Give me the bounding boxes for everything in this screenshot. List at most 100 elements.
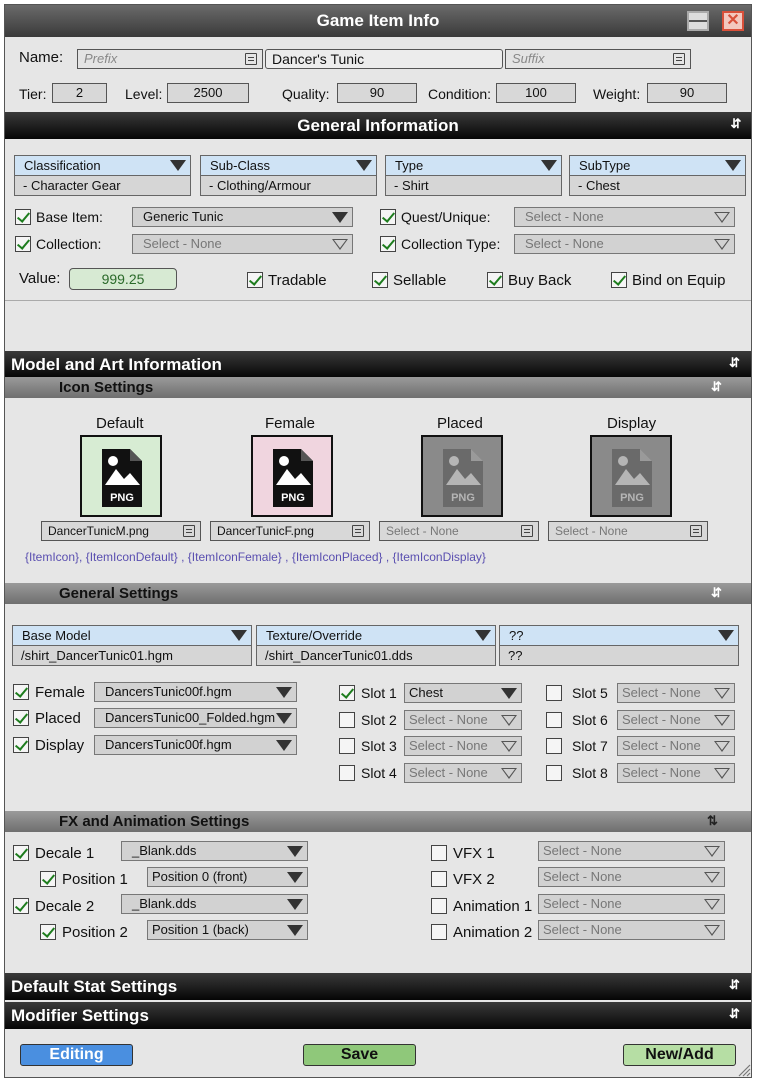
condition-field[interactable]: 100 bbox=[496, 83, 576, 103]
menu-icon[interactable] bbox=[673, 53, 685, 65]
female-icon-file[interactable]: DancerTunicF.png bbox=[210, 521, 370, 541]
weight-field[interactable]: 90 bbox=[647, 83, 727, 103]
display-model-dropdown[interactable]: DancersTunic00f.hgm bbox=[94, 735, 297, 755]
slot-4-checkbox[interactable] bbox=[339, 765, 355, 781]
quest-unique-dropdown[interactable]: Select - None bbox=[514, 207, 735, 227]
display-variant-checkbox[interactable] bbox=[13, 737, 29, 753]
menu-icon[interactable] bbox=[521, 525, 533, 537]
unknown-dropdown[interactable]: ?? bbox=[499, 625, 739, 646]
new-add-button[interactable]: New/Add bbox=[623, 1044, 736, 1066]
placed-variant-checkbox[interactable] bbox=[13, 710, 29, 726]
level-field[interactable]: 2500 bbox=[167, 83, 249, 103]
slot-4-dropdown[interactable]: Select - None bbox=[404, 763, 522, 783]
collection-checkbox[interactable] bbox=[15, 236, 31, 252]
buy-back-checkbox[interactable] bbox=[487, 272, 503, 288]
animation-1-checkbox[interactable] bbox=[431, 898, 447, 914]
collection-type-dropdown[interactable]: Select - None bbox=[514, 234, 735, 254]
tier-field[interactable]: 2 bbox=[52, 83, 107, 103]
position-2-dropdown[interactable]: Position 1 (back) bbox=[147, 920, 308, 940]
default-icon-preview[interactable]: PNG bbox=[80, 435, 162, 517]
menu-icon[interactable] bbox=[690, 525, 702, 537]
placed-icon-file[interactable]: Select - None bbox=[379, 521, 539, 541]
decale-1-dropdown[interactable]: _Blank.dds bbox=[121, 841, 308, 861]
vfx-2-dropdown[interactable]: Select - None bbox=[538, 867, 725, 887]
icon-settings-header[interactable]: Icon Settings ⇵ bbox=[5, 377, 751, 398]
collapse-icon[interactable]: ⇵ bbox=[729, 1007, 743, 1021]
general-settings-header[interactable]: General Settings ⇵ bbox=[5, 583, 751, 604]
vfx-1-dropdown[interactable]: Select - None bbox=[538, 841, 725, 861]
slot-8-checkbox[interactable] bbox=[546, 765, 562, 781]
default-icon-file[interactable]: DancerTunicM.png bbox=[41, 521, 201, 541]
slot-5-checkbox[interactable] bbox=[546, 685, 562, 701]
subclass-dropdown[interactable]: Sub-Class bbox=[200, 155, 377, 176]
slot-1-checkbox[interactable] bbox=[339, 685, 355, 701]
female-model-dropdown[interactable]: DancersTunic00f.hgm bbox=[94, 682, 297, 702]
base-item-checkbox[interactable] bbox=[15, 209, 31, 225]
quest-unique-checkbox[interactable] bbox=[380, 209, 396, 225]
slot-7-checkbox[interactable] bbox=[546, 738, 562, 754]
modifier-settings-header[interactable]: Modifier Settings ⇵ bbox=[5, 1002, 751, 1029]
slot-7-dropdown[interactable]: Select - None bbox=[617, 736, 735, 756]
vfx-1-checkbox[interactable] bbox=[431, 845, 447, 861]
decale-2-dropdown[interactable]: _Blank.dds bbox=[121, 894, 308, 914]
collapse-icon[interactable]: ⇵ bbox=[711, 380, 725, 394]
collection-type-checkbox[interactable] bbox=[380, 236, 396, 252]
save-button[interactable]: Save bbox=[303, 1044, 416, 1066]
slot-1-dropdown[interactable]: Chest bbox=[404, 683, 522, 703]
slot-8-dropdown[interactable]: Select - None bbox=[617, 763, 735, 783]
base-item-dropdown[interactable]: Generic Tunic bbox=[132, 207, 353, 227]
collapse-icon[interactable]: ⇵ bbox=[711, 586, 725, 600]
texture-override-dropdown[interactable]: Texture/Override bbox=[256, 625, 496, 646]
slot-2-dropdown[interactable]: Select - None bbox=[404, 710, 522, 730]
position-1-dropdown[interactable]: Position 0 (front) bbox=[147, 867, 308, 887]
menu-icon[interactable] bbox=[183, 525, 195, 537]
slot-3-checkbox[interactable] bbox=[339, 738, 355, 754]
slot-6-dropdown[interactable]: Select - None bbox=[617, 710, 735, 730]
display-icon-preview[interactable]: PNG bbox=[590, 435, 672, 517]
animation-2-dropdown[interactable]: Select - None bbox=[538, 920, 725, 940]
prefix-field[interactable]: Prefix bbox=[77, 49, 263, 69]
value-field[interactable]: 999.25 bbox=[69, 268, 177, 290]
general-information-header[interactable]: General Information ⇵ bbox=[5, 112, 751, 139]
menu-icon[interactable] bbox=[245, 53, 257, 65]
subtype-dropdown[interactable]: SubType bbox=[569, 155, 746, 176]
display-icon-file[interactable]: Select - None bbox=[548, 521, 708, 541]
decale-2-checkbox[interactable] bbox=[13, 898, 29, 914]
female-icon-preview[interactable]: PNG bbox=[251, 435, 333, 517]
vfx-2-checkbox[interactable] bbox=[431, 871, 447, 887]
position-2-checkbox[interactable] bbox=[40, 924, 56, 940]
slot-3-dropdown[interactable]: Select - None bbox=[404, 736, 522, 756]
minimize-icon[interactable] bbox=[687, 11, 709, 31]
default-stat-settings-header[interactable]: Default Stat Settings ⇵ bbox=[5, 973, 751, 1000]
suffix-field[interactable]: Suffix bbox=[505, 49, 691, 69]
type-dropdown[interactable]: Type bbox=[385, 155, 562, 176]
menu-icon[interactable] bbox=[352, 525, 364, 537]
collapse-icon[interactable]: ⇵ bbox=[729, 117, 743, 131]
sellable-checkbox[interactable] bbox=[372, 272, 388, 288]
female-variant-checkbox[interactable] bbox=[13, 684, 29, 700]
classification-dropdown[interactable]: Classification bbox=[14, 155, 191, 176]
position-1-checkbox[interactable] bbox=[40, 871, 56, 887]
collection-dropdown[interactable]: Select - None bbox=[132, 234, 353, 254]
animation-2-checkbox[interactable] bbox=[431, 924, 447, 940]
placed-model-dropdown[interactable]: DancersTunic00_Folded.hgm bbox=[94, 708, 297, 728]
item-name-field[interactable]: Dancer's Tunic bbox=[265, 49, 503, 69]
quality-field[interactable]: 90 bbox=[337, 83, 417, 103]
placed-icon-preview[interactable]: PNG bbox=[421, 435, 503, 517]
expand-icon[interactable]: ⇅ bbox=[707, 814, 721, 828]
editing-button[interactable]: Editing bbox=[20, 1044, 133, 1066]
bind-on-equip-checkbox[interactable] bbox=[611, 272, 627, 288]
base-model-dropdown[interactable]: Base Model bbox=[12, 625, 252, 646]
resize-grip-icon[interactable] bbox=[737, 1063, 751, 1077]
fx-animation-header[interactable]: FX and Animation Settings ⇅ bbox=[5, 811, 751, 832]
animation-1-dropdown[interactable]: Select - None bbox=[538, 894, 725, 914]
decale-1-checkbox[interactable] bbox=[13, 845, 29, 861]
tradable-checkbox[interactable] bbox=[247, 272, 263, 288]
model-art-header[interactable]: Model and Art Information ⇵ bbox=[5, 351, 751, 378]
collapse-icon[interactable]: ⇵ bbox=[729, 356, 743, 370]
slot-6-checkbox[interactable] bbox=[546, 712, 562, 728]
slot-2-checkbox[interactable] bbox=[339, 712, 355, 728]
close-icon[interactable]: ✕ bbox=[722, 11, 744, 31]
slot-5-dropdown[interactable]: Select - None bbox=[617, 683, 735, 703]
collapse-icon[interactable]: ⇵ bbox=[729, 978, 743, 992]
